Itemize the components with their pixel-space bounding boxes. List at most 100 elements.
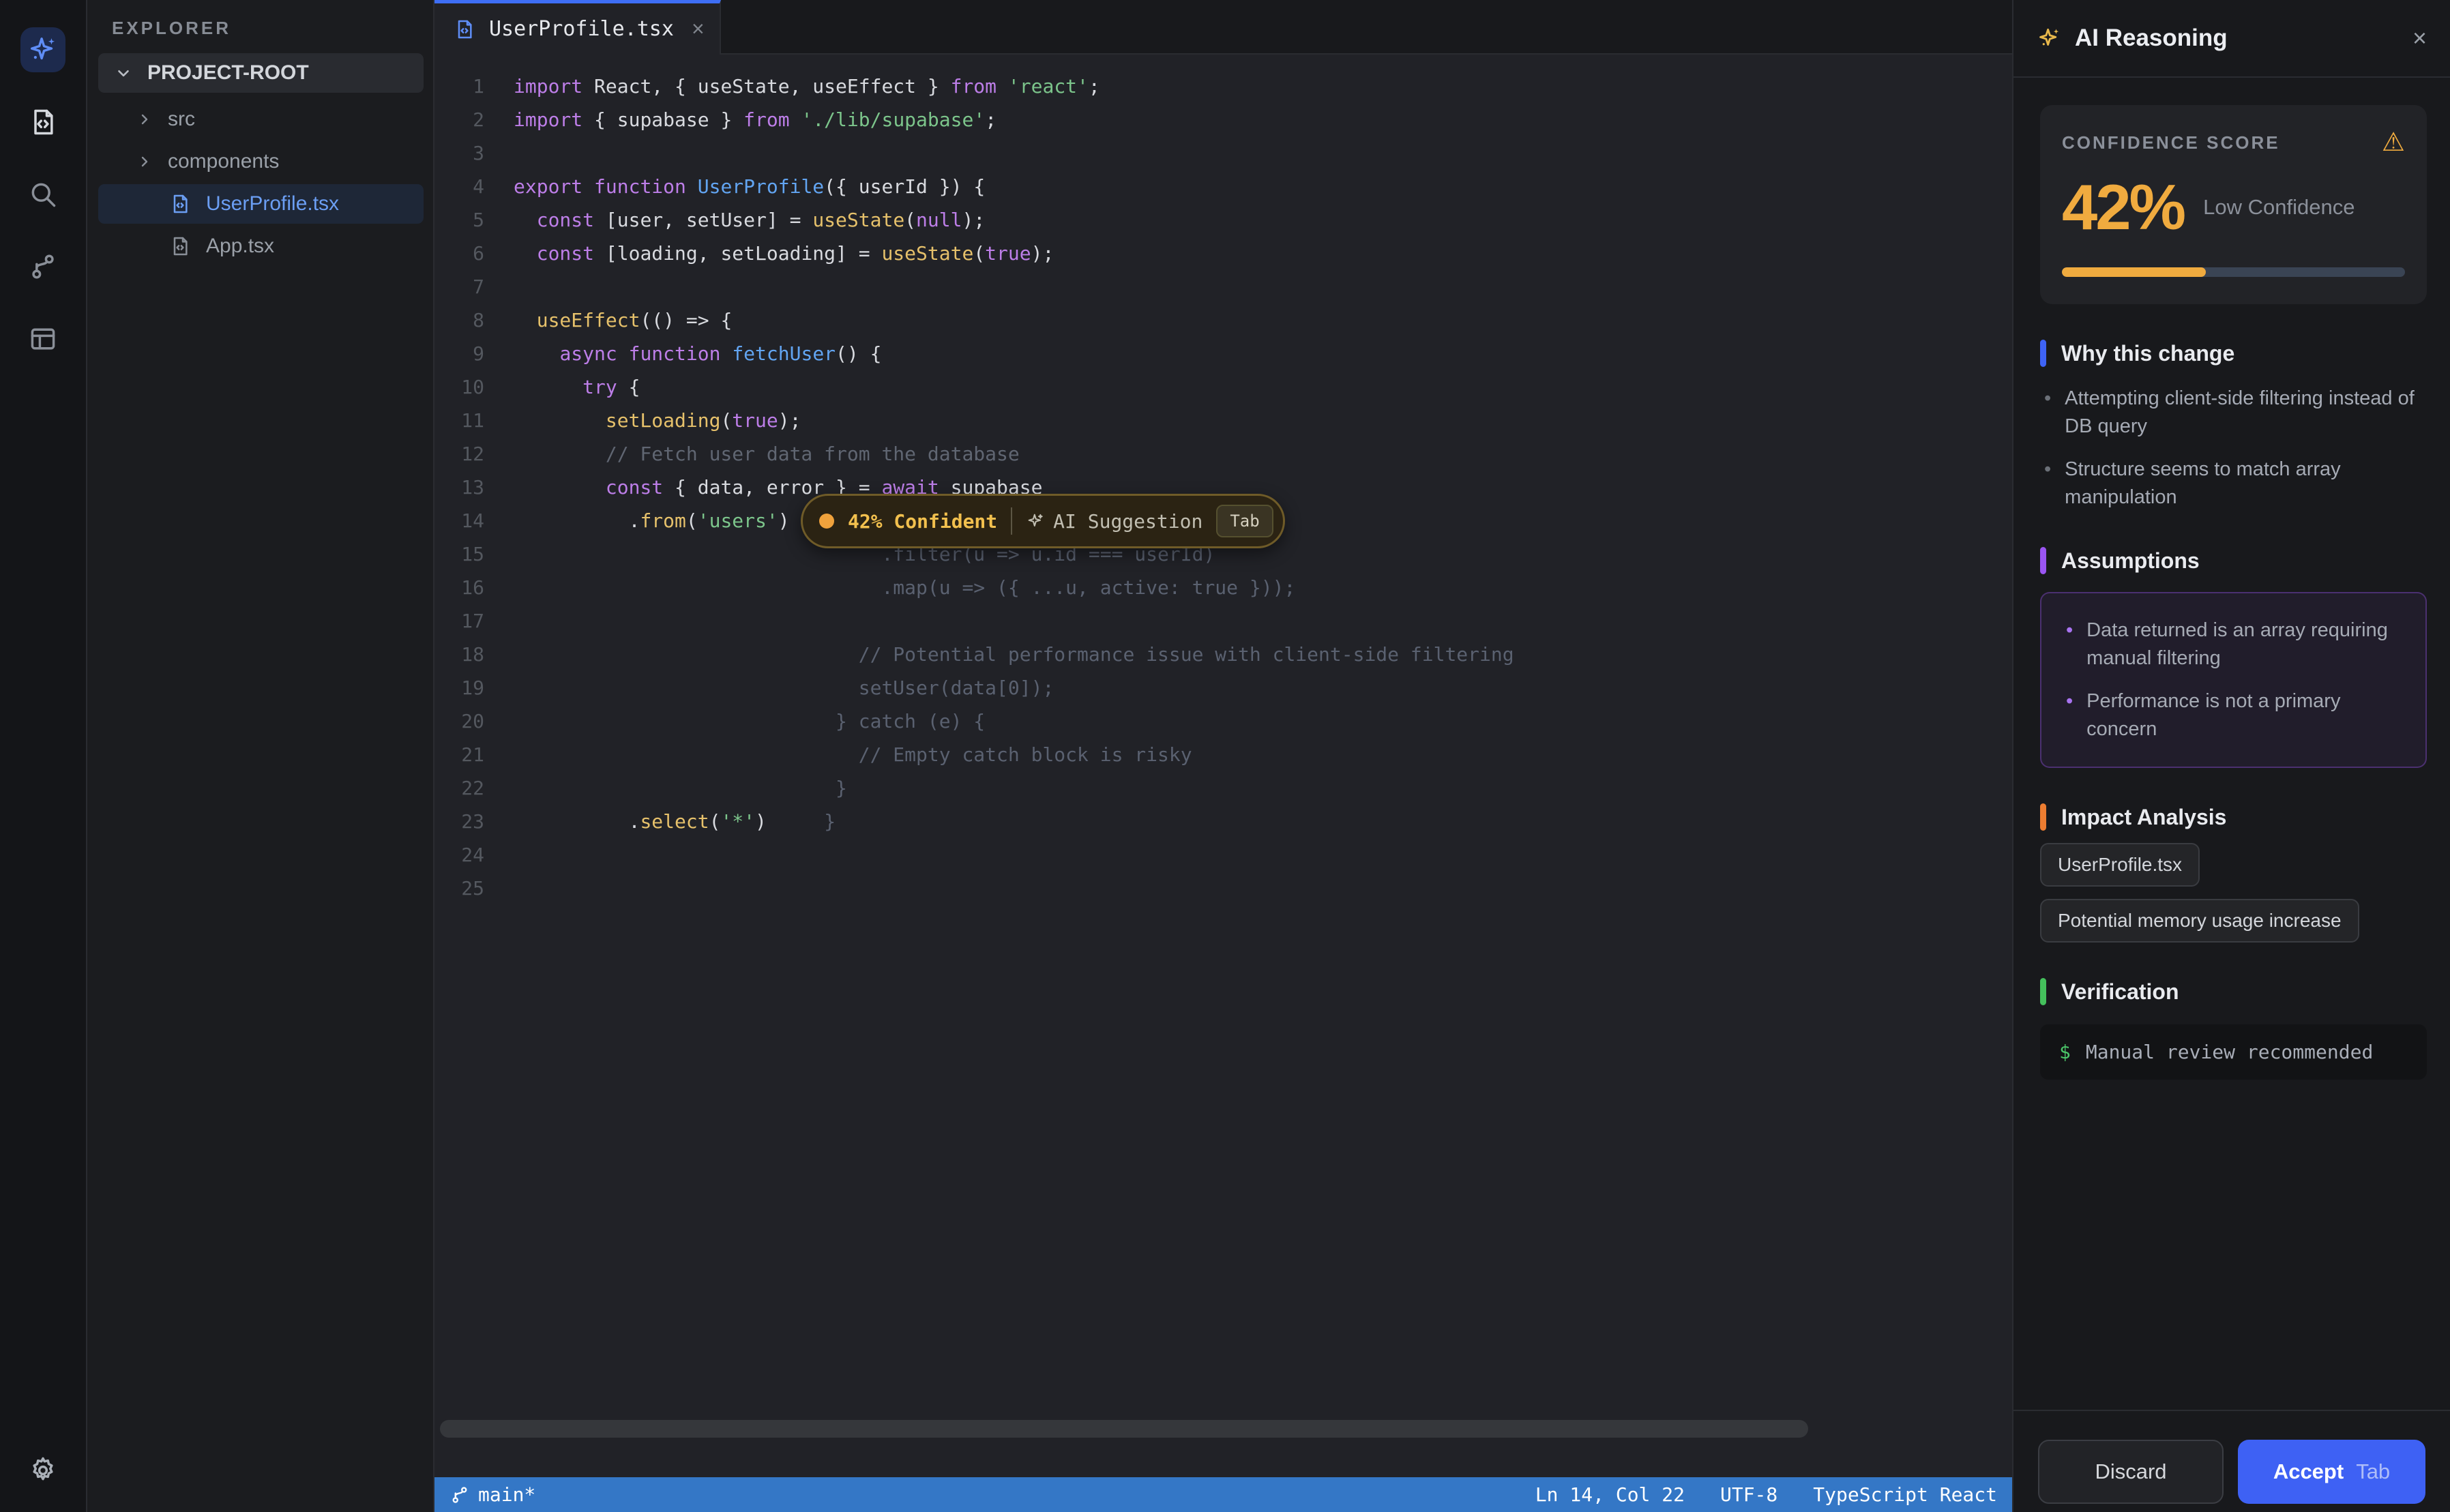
tree-item-label: PROJECT-ROOT	[147, 61, 309, 85]
cursor-position[interactable]: Ln 14, Col 22	[1535, 1483, 1685, 1506]
tree-item-userprofile[interactable]: UserProfile.tsx	[98, 184, 424, 224]
accept-button[interactable]: Accept Tab	[2238, 1440, 2425, 1504]
encoding[interactable]: UTF-8	[1720, 1483, 1777, 1506]
code-line[interactable]: 1import React, { useState, useEffect } f…	[434, 70, 2012, 103]
chevron-right-icon	[136, 111, 153, 128]
divider	[1011, 507, 1012, 535]
assumptions-bullet-list: •Data returned is an array requiring man…	[2062, 617, 2405, 743]
section-accent-bar	[2040, 547, 2046, 574]
code-line[interactable]: 5 const [user, setUser] = useState(null)…	[434, 203, 2012, 237]
code-editor[interactable]: 1import React, { useState, useEffect } f…	[434, 55, 2012, 1416]
section-impact: Impact Analysis	[2040, 803, 2427, 831]
confidence-card: CONFIDENCE SCORE ⚠ 42% Low Confidence	[2040, 105, 2427, 304]
terminal-text: Manual review recommended	[2086, 1041, 2373, 1063]
file-code-icon	[169, 193, 191, 215]
git-branch-icon[interactable]	[20, 244, 65, 289]
code-line[interactable]: 3	[434, 136, 2012, 170]
terminal-prompt: $	[2059, 1041, 2071, 1063]
tree-item-components[interactable]: components	[98, 142, 424, 181]
code-line[interactable]: 2import { supabase } from './lib/supabas…	[434, 103, 2012, 136]
impact-chip: UserProfile.tsx	[2040, 843, 2200, 887]
section-why: Why this change	[2040, 340, 2427, 367]
tab-label: UserProfile.tsx	[489, 17, 674, 41]
chevron-right-icon	[136, 153, 153, 170]
section-accent-bar	[2040, 340, 2046, 367]
confidence-value: 42%	[2062, 171, 2184, 244]
discard-button[interactable]: Discard	[2038, 1440, 2224, 1504]
status-bar: main* Ln 14, Col 22 UTF-8 TypeScript Rea…	[434, 1477, 2012, 1512]
impact-chip: Potential memory usage increase	[2040, 899, 2359, 943]
ai-assistant-icon[interactable]	[20, 27, 65, 72]
section-accent-bar	[2040, 803, 2046, 831]
file-tree: PROJECT-ROOT src components	[98, 53, 424, 266]
bullet-item: •Structure seems to match array manipula…	[2044, 456, 2427, 512]
panel-footer: Discard Accept Tab	[2013, 1410, 2450, 1512]
panel-close-icon[interactable]: ×	[2412, 24, 2427, 53]
language-mode[interactable]: TypeScript React	[1813, 1483, 1997, 1506]
section-verification: Verification	[2040, 978, 2427, 1005]
code-line[interactable]: 8 useEffect(() => {	[434, 303, 2012, 337]
warning-icon: ⚠	[2382, 130, 2405, 155]
branch-name: main*	[478, 1483, 535, 1506]
file-code-icon	[169, 235, 191, 257]
code-line[interactable]: 21 // Empty catch block is risky	[434, 738, 2012, 771]
confidence-text: 42% Confident	[848, 510, 997, 533]
tab-userprofile[interactable]: UserProfile.tsx ×	[434, 0, 721, 55]
tab-close-icon[interactable]: ×	[692, 16, 705, 42]
why-bullet-list: •Attempting client-side filtering instea…	[2040, 385, 2427, 512]
verification-terminal: $ Manual review recommended	[2040, 1024, 2427, 1080]
confidence-label: CONFIDENCE SCORE	[2062, 132, 2280, 153]
impact-chip-list: UserProfile.tsx Potential memory usage in…	[2040, 843, 2427, 943]
bullet-item: •Data returned is an array requiring man…	[2066, 617, 2405, 672]
activity-bar	[0, 0, 87, 1512]
section-assumptions: Assumptions	[2040, 547, 2427, 574]
search-icon[interactable]	[20, 172, 65, 217]
tree-item-label: UserProfile.tsx	[206, 192, 339, 216]
panel-header: AI Reasoning ×	[2013, 0, 2450, 78]
tree-item-app[interactable]: App.tsx	[98, 226, 424, 266]
tab-keycap: Tab	[1216, 505, 1273, 537]
tree-item-label: components	[168, 150, 279, 173]
confidence-dot	[819, 514, 834, 529]
panel-title: AI Reasoning	[2075, 25, 2228, 52]
code-line[interactable]: 4export function UserProfile({ userId })…	[434, 170, 2012, 203]
code-line[interactable]: 7	[434, 270, 2012, 303]
layout-icon[interactable]	[20, 316, 65, 361]
tree-item-label: src	[168, 108, 195, 131]
code-line[interactable]: 18 // Potential performance issue with c…	[434, 638, 2012, 671]
confidence-progress-fill	[2062, 267, 2206, 277]
accept-keyhint: Tab	[2356, 1459, 2390, 1484]
ai-suggestion-popup[interactable]: 42% Confident AI Suggestion Tab	[801, 494, 1285, 548]
settings-gear-icon[interactable]	[20, 1448, 65, 1493]
code-line[interactable]: 9 async function fetchUser() {	[434, 337, 2012, 370]
tree-item-project-root[interactable]: PROJECT-ROOT	[98, 53, 424, 93]
ide-window: EXPLORER PROJECT-ROOT src components	[0, 0, 2450, 1512]
assumptions-card: •Data returned is an array requiring man…	[2040, 592, 2427, 768]
tree-item-src[interactable]: src	[98, 100, 424, 139]
code-line[interactable]: 10 try {	[434, 370, 2012, 404]
code-line[interactable]: 24	[434, 838, 2012, 872]
code-line[interactable]: 25	[434, 872, 2012, 905]
code-line[interactable]: 11 setLoading(true);	[434, 404, 2012, 437]
bullet-item: •Performance is not a primary concern	[2066, 687, 2405, 743]
code-line[interactable]: 22 }	[434, 771, 2012, 805]
explorer-sidebar: EXPLORER PROJECT-ROOT src components	[87, 0, 434, 1512]
code-line[interactable]: 20 } catch (e) {	[434, 705, 2012, 738]
tree-item-label: App.tsx	[206, 235, 274, 258]
code-line[interactable]: 16 .map(u => ({ ...u, active: true }));	[434, 571, 2012, 604]
confidence-caption: Low Confidence	[2203, 195, 2355, 220]
code-line[interactable]: 12 // Fetch user data from the database	[434, 437, 2012, 471]
scrollbar-thumb[interactable]	[440, 1420, 1808, 1438]
status-right: Ln 14, Col 22 UTF-8 TypeScript React	[1500, 1483, 1997, 1506]
editor-area: UserProfile.tsx × 1import React, { useSt…	[434, 0, 2012, 1477]
panel-body: CONFIDENCE SCORE ⚠ 42% Low Confidence Wh…	[2013, 78, 2450, 1410]
code-line[interactable]: 6 const [loading, setLoading] = useState…	[434, 237, 2012, 270]
chevron-down-icon	[115, 64, 132, 82]
code-line[interactable]: 23 .select('*') }	[434, 805, 2012, 838]
code-line[interactable]: 19 setUser(data[0]);	[434, 671, 2012, 705]
branch-indicator[interactable]: main*	[449, 1483, 535, 1506]
ai-reasoning-panel: AI Reasoning × CONFIDENCE SCORE ⚠ 42% Lo…	[2012, 0, 2450, 1512]
code-line[interactable]: 17	[434, 604, 2012, 638]
confidence-progressbar	[2062, 267, 2405, 277]
file-code-icon[interactable]	[20, 100, 65, 145]
